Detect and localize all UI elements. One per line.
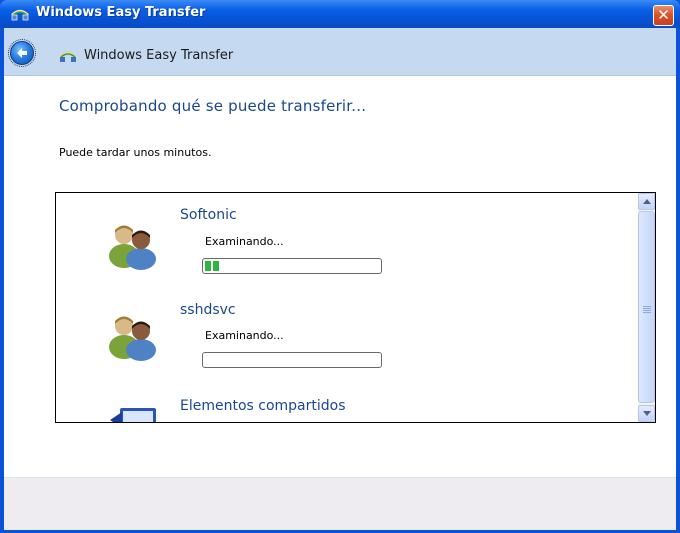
back-arrow-icon <box>17 48 27 58</box>
back-button[interactable] <box>8 39 36 67</box>
easy-transfer-app-icon <box>11 9 29 21</box>
list-scrollbar[interactable] <box>638 193 655 422</box>
window-frame: Windows Easy Transfer ✕ Windows Easy Tra… <box>0 0 680 533</box>
users-icon <box>109 225 156 270</box>
title-bar[interactable]: Windows Easy Transfer ✕ <box>0 0 680 28</box>
progress-fill-softonic <box>205 261 219 271</box>
scroll-down-button[interactable] <box>638 405 655 422</box>
footer-bar <box>4 477 676 530</box>
easy-transfer-icon <box>59 51 77 62</box>
users-icon <box>109 316 156 361</box>
item-status-softonic: Examinando... <box>205 235 284 248</box>
shared-computer-icon <box>110 408 156 422</box>
item-title-shared: Elementos compartidos <box>180 398 346 414</box>
page-heading: Comprobando qué se puede transferir... <box>59 97 367 115</box>
progress-bar-sshdsvc <box>202 352 382 368</box>
accounts-list[interactable]: Softonic Examinando... sshdsvc Examinand… <box>55 192 656 423</box>
chevron-down-icon <box>643 411 651 416</box>
window-title: Windows Easy Transfer <box>36 5 206 20</box>
progress-bar-softonic <box>202 258 382 274</box>
item-title-sshdsvc: sshdsvc <box>180 302 236 318</box>
client-area: Windows Easy Transfer Comprobando qué se… <box>4 28 676 530</box>
chevron-up-icon <box>643 199 651 204</box>
page-subtext: Puede tardar unos minutos. <box>59 146 212 159</box>
close-icon: ✕ <box>657 6 670 24</box>
item-title-softonic: Softonic <box>180 207 237 223</box>
nav-title: Windows Easy Transfer <box>84 48 234 63</box>
close-button[interactable]: ✕ <box>653 5 674 26</box>
scroll-up-button[interactable] <box>638 193 655 210</box>
navigation-bar: Windows Easy Transfer <box>4 28 676 76</box>
scroll-grip-icon <box>643 306 651 314</box>
item-status-sshdsvc: Examinando... <box>205 329 284 342</box>
scroll-thumb[interactable] <box>638 211 655 403</box>
